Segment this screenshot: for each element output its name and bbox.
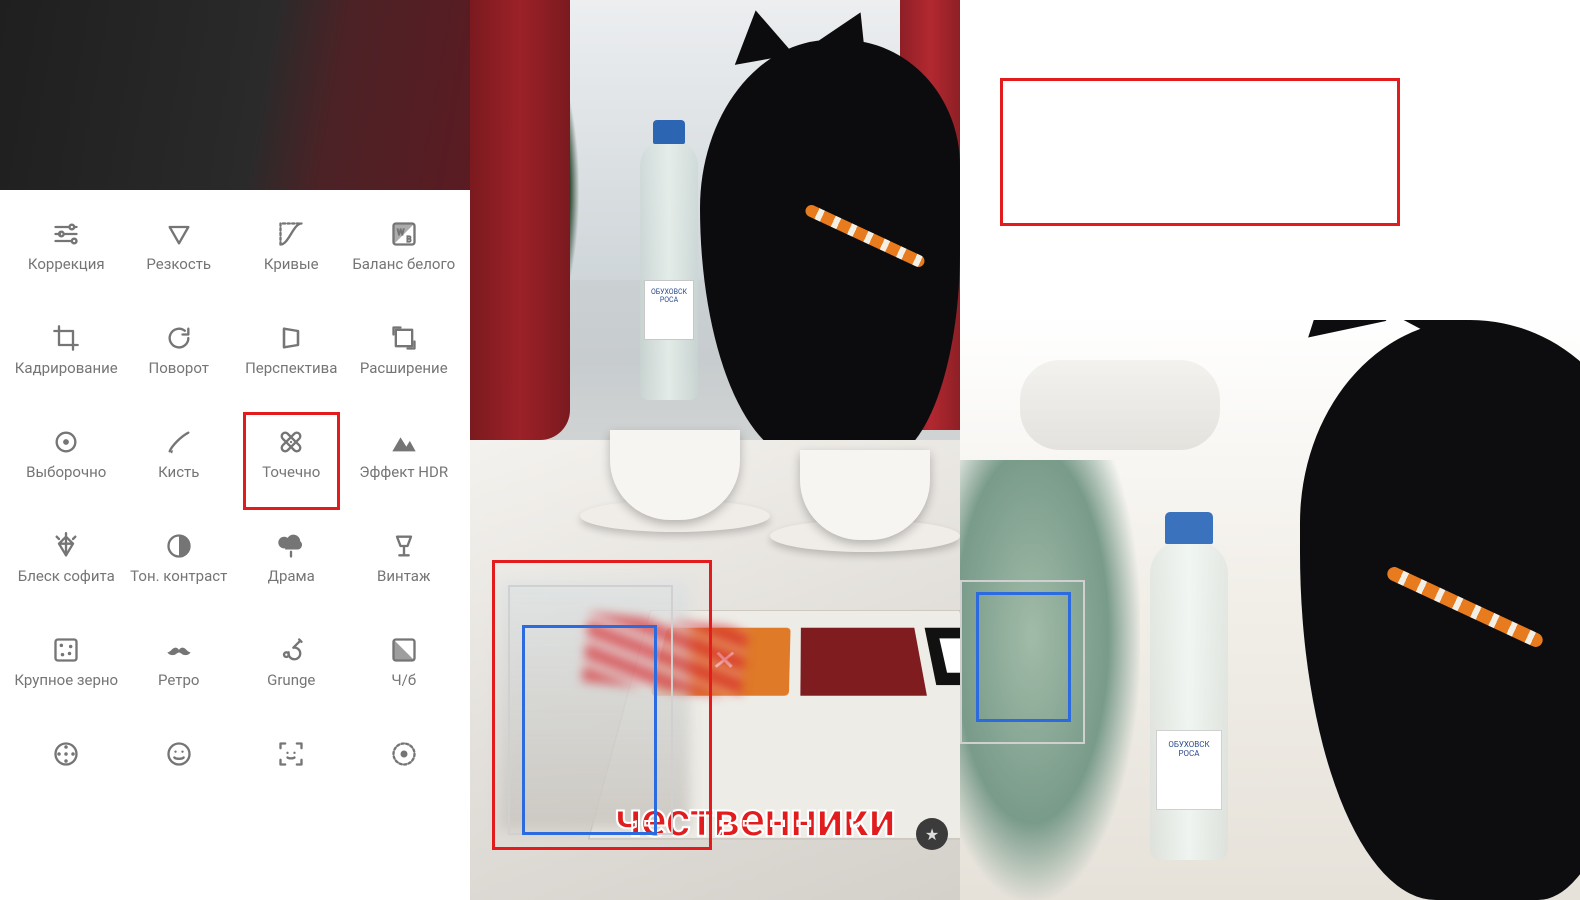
face-icon [165,740,193,768]
tool-drama[interactable]: Драма [235,532,348,604]
tool-brush[interactable]: Кисть [123,428,236,500]
tool-label: Эффект HDR [359,464,448,481]
tool-label: Винтаж [377,568,430,585]
perspective-icon [277,324,305,352]
guitar-icon [277,636,305,664]
tools-drawer: Коррекция Резкость Кривые WB Баланс белого Ка… [0,0,470,900]
tool-perspective[interactable]: Перспектива [235,324,348,396]
cloud-rain-icon [277,532,305,560]
tool-label: Тон. контраст [130,568,227,585]
bottle-label: ОБУХОВСК РОСА [644,280,694,340]
svg-text:W: W [397,227,405,237]
tool-label: Точечно [262,464,320,481]
tool-label: Расширение [360,360,448,377]
tool-label: Кадрирование [15,360,118,377]
tool-retrolux[interactable]: Ретро [123,636,236,708]
photo-before: ОБУХОВСК РОСА чественники ★ [470,0,960,900]
curve-icon [277,220,305,248]
tool-tune[interactable]: Коррекция [10,220,123,292]
brush-icon [165,428,193,456]
star-badge-icon: ★ [916,818,948,850]
moustache-icon [165,636,193,664]
lamp-icon [390,532,418,560]
watermark-fragment: чественники [615,791,895,848]
tool-lens[interactable] [348,740,461,812]
tool-label: Выборочно [26,464,106,481]
svg-text:B: B [406,234,411,244]
dots-circle-icon [390,740,418,768]
mountains-icon [390,428,418,456]
tool-label: Перспектива [245,360,337,377]
tool-noir[interactable] [10,740,123,812]
tool-grainy[interactable]: Крупное зерно [10,636,123,708]
crop-icon [52,324,80,352]
tool-label: Grunge [267,672,315,689]
target-icon [52,428,80,456]
tool-label: Резкость [146,256,211,273]
tool-label: Ч/б [391,672,416,689]
tool-tonal[interactable]: Тон. контраст [123,532,236,604]
diamond-shine-icon [52,532,80,560]
tool-grid: Коррекция Резкость Кривые WB Баланс белого Ка… [10,220,460,812]
tool-healing[interactable]: Точечно [235,428,348,500]
tool-selective[interactable]: Выборочно [10,428,123,500]
tool-crop[interactable]: Кадрирование [10,324,123,396]
tool-label: Баланс белого [352,256,455,273]
tool-bw[interactable]: Ч/б [348,636,461,708]
tool-hdr[interactable]: Эффект HDR [348,428,461,500]
tool-vintage[interactable]: Винтаж [348,532,461,604]
tool-label: Кривые [264,256,319,273]
tool-grunge[interactable]: Grunge [235,636,348,708]
tool-headpose[interactable] [235,740,348,812]
reel-icon [52,740,80,768]
grain-icon [52,636,80,664]
bw-square-icon [390,636,418,664]
bandaid-icon [277,428,305,456]
bottle-label: ОБУХОВСК РОСА [1156,730,1222,810]
photo-preview-strip [0,0,470,190]
tool-expand[interactable]: Расширение [348,324,461,396]
half-circle-icon [165,532,193,560]
tool-label: Кисть [158,464,199,481]
face-scan-icon [277,740,305,768]
tool-label: Поворот [149,360,209,377]
triangle-down-icon [165,220,193,248]
tool-label: Драма [268,568,315,585]
wb-icon: WB [390,220,418,248]
tool-curves[interactable]: Кривые [235,220,348,292]
rotate-icon [165,324,193,352]
tool-wb[interactable]: WB Баланс белого [348,220,461,292]
tool-scroll-area[interactable]: Коррекция Резкость Кривые WB Баланс белого Ка… [0,190,470,900]
expand-icon [390,324,418,352]
tool-label: Блеск софита [18,568,115,585]
tool-glamour[interactable]: Блеск софита [10,532,123,604]
tool-label: Крупное зерно [14,672,118,689]
sliders-icon [52,220,80,248]
tool-label: Коррекция [28,256,105,273]
tool-details[interactable]: Резкость [123,220,236,292]
photo-after: ОБУХОВСК РОСА [960,0,1580,900]
tool-portrait[interactable] [123,740,236,812]
tool-label: Ретро [158,672,199,689]
tool-rotate[interactable]: Поворот [123,324,236,396]
